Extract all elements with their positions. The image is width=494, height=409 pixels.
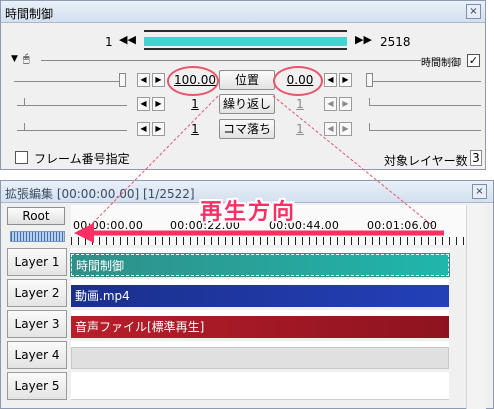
target-layers-label: 対象レイヤー数 xyxy=(384,154,468,168)
layer-label[interactable]: Layer 5 xyxy=(7,372,67,400)
decrement-icon: ◀ xyxy=(324,122,337,136)
slider-thumb-right[interactable] xyxy=(366,73,373,87)
next-keyframe-icon[interactable]: ▶▶ xyxy=(355,32,372,48)
increment-icon[interactable]: ▶ xyxy=(152,122,165,136)
layer-track[interactable] xyxy=(71,372,449,400)
repeat-button[interactable]: 繰り返し xyxy=(219,94,275,114)
layer-label[interactable]: Layer 4 xyxy=(7,341,67,369)
seek-end-frame: 2518 xyxy=(380,35,411,49)
root-button[interactable]: Root xyxy=(7,207,65,225)
row3-left-value[interactable]: 1 xyxy=(173,120,217,138)
clip-video[interactable]: 動画.mp4 xyxy=(71,285,449,307)
time-mark: 00:00:00.00 xyxy=(73,219,144,232)
window-title: 時間制御 xyxy=(5,7,54,21)
header-label: 時間制御 xyxy=(421,58,461,69)
time-control-titlebar[interactable]: 時間制御 × xyxy=(1,1,485,23)
row2-left-value[interactable]: 1 xyxy=(173,95,217,113)
direction-label: 再生方向 xyxy=(200,200,297,225)
close-icon[interactable]: × xyxy=(466,4,481,19)
seek-fill xyxy=(144,37,347,46)
row2-right-value: 1 xyxy=(296,97,304,111)
slider-track-right xyxy=(369,105,481,106)
decrement-icon[interactable]: ◀ xyxy=(137,73,150,87)
clip-audio[interactable]: 音声ファイル[標準再生] xyxy=(71,316,449,338)
increment-icon: ▶ xyxy=(339,97,352,111)
seek-bar[interactable] xyxy=(144,30,347,50)
header-divider xyxy=(41,60,421,61)
position-button[interactable]: 位置 xyxy=(219,70,275,90)
slider-thumb-left[interactable] xyxy=(24,123,25,130)
empty-clip-area xyxy=(71,347,449,369)
decrement-icon[interactable]: ◀ xyxy=(324,73,337,87)
decrement-icon: ◀ xyxy=(324,97,337,111)
slider-track-left xyxy=(17,105,127,106)
slider-thumb-left[interactable] xyxy=(119,73,126,87)
slider-thumb-left[interactable] xyxy=(24,98,25,105)
slider-track-left xyxy=(17,130,127,131)
collapse-arrow-icon[interactable]: ▼ xyxy=(11,54,18,64)
slider-thumb-right xyxy=(369,123,370,130)
layer-label[interactable]: Layer 1 xyxy=(7,248,67,276)
seek-start-frame: 1 xyxy=(105,35,113,49)
decrement-icon[interactable]: ◀ xyxy=(137,97,150,111)
time-mark: 00:01:06.00 xyxy=(367,219,438,232)
header-checkbox[interactable]: ✓ xyxy=(467,54,480,67)
frame-number-checkbox[interactable] xyxy=(15,151,28,164)
target-layers-value[interactable]: 3 xyxy=(470,150,482,166)
clip-time-control[interactable]: 時間制御 xyxy=(70,253,450,277)
zoom-bar[interactable] xyxy=(10,231,65,242)
vertical-scrollbar[interactable] xyxy=(466,205,486,409)
increment-icon[interactable]: ▶ xyxy=(152,97,165,111)
decrement-icon[interactable]: ◀ xyxy=(137,122,150,136)
mouse-icon: 🖱 xyxy=(23,52,30,65)
frame-number-label: フレーム番号指定 xyxy=(34,152,130,166)
increment-icon[interactable]: ▶ xyxy=(152,73,165,87)
ruler-ticks xyxy=(71,237,466,245)
highlight-oval-position xyxy=(273,66,323,96)
increment-icon: ▶ xyxy=(339,122,352,136)
timeline-title: 拡張編集 [00:00:00.00] [1/2522] xyxy=(5,187,195,201)
slider-track-left xyxy=(14,81,126,82)
slider-track-right xyxy=(373,81,481,82)
increment-icon[interactable]: ▶ xyxy=(339,73,352,87)
close-icon[interactable]: × xyxy=(472,184,487,199)
row3-right-value: 1 xyxy=(296,122,304,136)
layer-label[interactable]: Layer 3 xyxy=(7,310,67,338)
frame-drop-button[interactable]: コマ落ち xyxy=(219,119,275,139)
highlight-oval-speed xyxy=(167,66,219,96)
layer-label[interactable]: Layer 2 xyxy=(7,279,67,307)
time-control-window: 時間制御 × 1 ◀◀ ▶▶ 2518 ▼ 🖱 時間制御 ✓ ◀ ▶ 100.0… xyxy=(0,0,486,170)
slider-thumb-right xyxy=(369,98,370,105)
slider-track-right xyxy=(369,130,481,131)
prev-keyframe-icon[interactable]: ◀◀ xyxy=(119,32,136,48)
